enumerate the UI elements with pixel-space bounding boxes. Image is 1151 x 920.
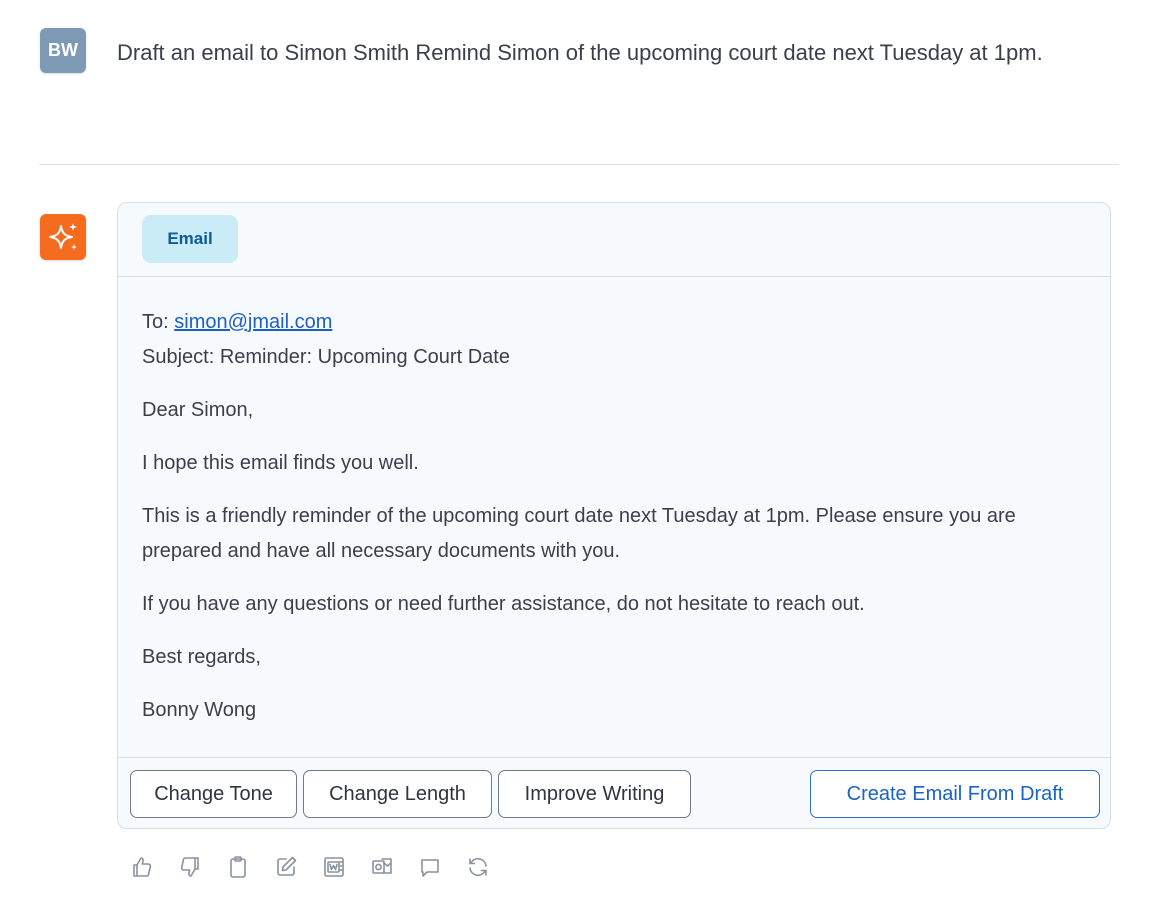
change-length-button[interactable]: Change Length	[303, 770, 492, 818]
divider	[39, 164, 1119, 165]
improve-writing-button[interactable]: Improve Writing	[498, 770, 691, 818]
user-avatar: BW	[40, 28, 86, 73]
word-icon[interactable]	[320, 852, 348, 882]
email-tag: Email	[142, 215, 238, 263]
email-paragraph-2: This is a friendly reminder of the upcom…	[142, 505, 1016, 562]
sparkle-icon	[49, 223, 77, 250]
change-tone-button[interactable]: Change Tone	[130, 770, 297, 818]
email-signature: Bonny Wong	[142, 699, 257, 721]
comment-icon[interactable]	[416, 852, 444, 882]
to-address-link[interactable]: simon@jmail.com	[174, 311, 332, 333]
user-message-text: Draft an email to Simon Smith Remind Sim…	[117, 40, 1043, 65]
email-draft-card: Email To: simon@jmail.com Subject: Remin…	[117, 202, 1111, 829]
email-to-line: To: simon@jmail.com	[142, 310, 332, 334]
assistant-avatar	[40, 214, 86, 260]
card-header: Email	[118, 203, 1110, 277]
email-paragraph-3: If you have any questions or need furthe…	[142, 593, 865, 615]
clipboard-icon[interactable]	[224, 852, 252, 882]
thumbs-up-icon[interactable]	[128, 852, 156, 882]
to-label: To:	[142, 311, 175, 333]
email-subject: Subject: Reminder: Upcoming Court Date	[142, 346, 510, 368]
thumbs-down-icon[interactable]	[176, 852, 204, 882]
email-paragraph-1: I hope this email finds you well.	[142, 452, 419, 474]
edit-icon[interactable]	[272, 852, 300, 882]
refresh-icon[interactable]	[464, 852, 492, 882]
card-footer: Change Tone Change Length Improve Writin…	[118, 757, 1110, 828]
chat-page: BW Draft an email to Simon Smith Remind …	[0, 0, 1151, 920]
email-closing: Best regards,	[142, 646, 261, 668]
create-email-button[interactable]: Create Email From Draft	[810, 770, 1100, 818]
outlook-icon[interactable]	[368, 852, 396, 882]
email-greeting: Dear Simon,	[142, 399, 254, 421]
